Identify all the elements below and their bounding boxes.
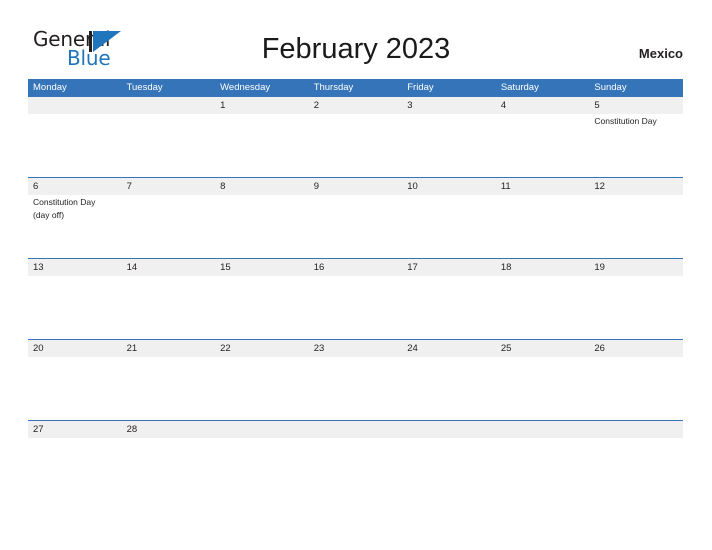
day-cell-9[interactable]: 9 [309, 178, 403, 258]
day-cell-18[interactable]: 18 [496, 259, 590, 339]
day-number: 23 [313, 343, 325, 354]
day-cell-16[interactable]: 16 [309, 259, 403, 339]
day-cell-28[interactable]: 28 [122, 421, 216, 441]
day-cell-14[interactable]: 14 [122, 259, 216, 339]
day-number: 25 [500, 343, 512, 354]
day-cell-27[interactable]: 27 [28, 421, 122, 441]
day-number: 22 [220, 343, 231, 354]
day-number: 17 [407, 262, 418, 273]
day-cell-10[interactable]: 10 [402, 178, 496, 258]
day-number: 13 [33, 262, 44, 273]
calendar-grid: Monday Tuesday Wednesday Thursday Friday Satu… [28, 79, 683, 441]
day-cell-empty [309, 421, 403, 441]
weekday-header-saturday: Saturday [500, 82, 539, 93]
day-cell-4[interactable]: 4 [496, 97, 590, 177]
day-cell-empty [589, 421, 683, 441]
day-cell-empty [122, 97, 216, 177]
calendar-week-row: 20 21 22 23 24 25 26 [28, 339, 683, 420]
day-cell-13[interactable]: 13 [28, 259, 122, 339]
day-cell-2[interactable]: 2 [309, 97, 403, 177]
holiday-event-label: Constitution Day [33, 197, 96, 207]
page-title: February 2023 [261, 33, 451, 65]
day-cell-5[interactable]: 5 Constitution Day [589, 97, 683, 177]
day-cell-26[interactable]: 26 [589, 340, 683, 420]
day-cell-7[interactable]: 7 [122, 178, 216, 258]
weekday-header-row: Monday Tuesday Wednesday Thursday Friday Satu… [28, 79, 683, 96]
day-number: 8 [220, 181, 226, 192]
day-number: 18 [500, 262, 512, 273]
day-number: 28 [126, 424, 138, 435]
week-cells: 20 21 22 23 24 25 26 [28, 340, 683, 420]
day-number: 11 [500, 181, 511, 192]
calendar-week-row: 1 2 3 4 5 Constitution Day [28, 96, 683, 177]
day-events: Constitution Day (day off) [33, 196, 121, 221]
weekday-header-tuesday: Tuesday [126, 82, 163, 93]
week-cells: 27 28 [28, 421, 683, 441]
day-number: 15 [220, 262, 231, 273]
calendar-weeks: 1 2 3 4 5 Constitution Day 6 Constitution Day (d… [28, 96, 683, 441]
day-cell-empty [496, 421, 590, 441]
day-number: 1 [220, 100, 226, 111]
holiday-event-label: Constitution Day [594, 116, 657, 126]
calendar-week-row: 13 14 15 16 17 18 19 [28, 258, 683, 339]
day-cell-1[interactable]: 1 [215, 97, 309, 177]
weekday-header-friday: Friday [407, 82, 434, 93]
day-number: 5 [594, 100, 600, 111]
day-number: 21 [126, 343, 138, 354]
day-number: 10 [407, 181, 418, 192]
day-cell-17[interactable]: 17 [402, 259, 496, 339]
day-cell-19[interactable]: 19 [589, 259, 683, 339]
day-number: 3 [407, 100, 413, 111]
weekday-header-sunday: Sunday [594, 82, 627, 93]
day-events: Constitution Day [594, 115, 682, 128]
weekday-header-thursday: Thursday [313, 82, 354, 93]
day-cell-empty [402, 421, 496, 441]
day-number: 9 [313, 181, 319, 192]
day-number: 7 [126, 181, 132, 192]
day-cell-8[interactable]: 8 [215, 178, 309, 258]
day-number: 4 [500, 100, 507, 111]
day-cell-24[interactable]: 24 [402, 340, 496, 420]
page-header: General Blue February 2023 Mexico [0, 0, 712, 79]
day-cell-empty [215, 421, 309, 441]
day-cell-23[interactable]: 23 [309, 340, 403, 420]
day-cell-3[interactable]: 3 [402, 97, 496, 177]
day-cell-22[interactable]: 22 [215, 340, 309, 420]
week-cells: 13 14 15 16 17 18 19 [28, 259, 683, 339]
day-number: 24 [407, 343, 418, 354]
region-label: Mexico [638, 46, 683, 61]
day-number: 19 [594, 262, 605, 273]
day-cell-25[interactable]: 25 [496, 340, 590, 420]
day-number: 27 [33, 424, 44, 435]
calendar-week-row: 6 Constitution Day (day off) 7 8 9 10 11 12 [28, 177, 683, 258]
week-cells: 1 2 3 4 5 Constitution Day [28, 97, 683, 177]
day-cell-6[interactable]: 6 Constitution Day (day off) [28, 178, 122, 258]
day-cell-20[interactable]: 20 [28, 340, 122, 420]
day-number: 14 [126, 262, 138, 273]
day-number: 6 [33, 181, 39, 192]
day-number: 20 [33, 343, 44, 354]
day-cell-empty [28, 97, 122, 177]
day-number: 26 [594, 343, 605, 354]
day-number: 12 [594, 181, 605, 192]
day-cell-12[interactable]: 12 [589, 178, 683, 258]
weekday-header-monday: Monday [33, 82, 67, 93]
day-cell-21[interactable]: 21 [122, 340, 216, 420]
week-cells: 6 Constitution Day (day off) 7 8 9 10 11 12 [28, 178, 683, 258]
weekday-header-wednesday: Wednesday [220, 82, 271, 93]
holiday-event-label: (day off) [33, 209, 65, 220]
calendar-week-row: 27 28 [28, 420, 683, 441]
day-number: 2 [313, 100, 319, 111]
day-cell-11[interactable]: 11 [496, 178, 590, 258]
day-number: 16 [313, 262, 325, 273]
day-cell-15[interactable]: 15 [215, 259, 309, 339]
